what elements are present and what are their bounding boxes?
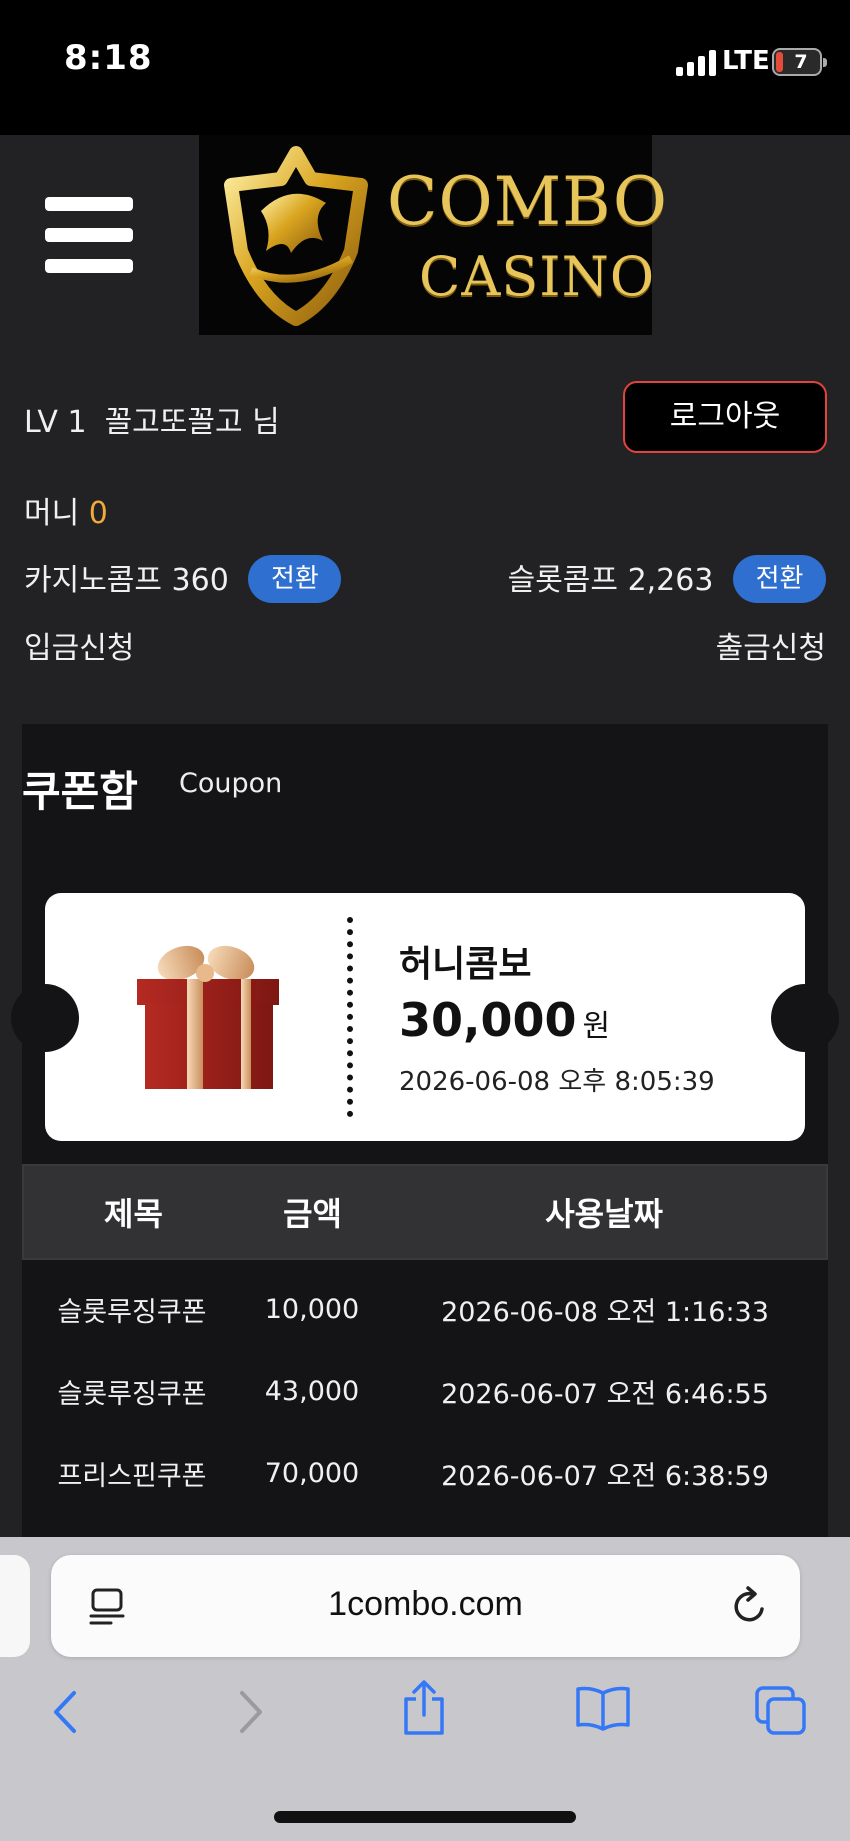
address-bar[interactable]: 1combo.com bbox=[51, 1555, 800, 1657]
money-value: 0 bbox=[88, 496, 108, 531]
ticket-name: 허니콤보 bbox=[399, 944, 532, 985]
row-amount: 70,000 bbox=[264, 1457, 360, 1489]
slot-comp-label: 슬롯콤프 bbox=[507, 563, 619, 598]
ticket-amount: 30,000 원 bbox=[399, 993, 610, 1047]
user-info: LV 1 꼴고또꼴고 님 bbox=[24, 397, 280, 441]
row-date: 2026-06-07 오전 6:46:55 bbox=[441, 1378, 769, 1410]
row-date: 2026-06-07 오전 6:38:59 bbox=[441, 1460, 769, 1492]
row-date: 2026-06-08 오전 1:16:33 bbox=[441, 1296, 769, 1328]
forward-arrow-icon[interactable] bbox=[232, 1687, 268, 1737]
coupon-subtitle: Coupon bbox=[179, 768, 283, 799]
deposit-request-link[interactable]: 입금신청 bbox=[24, 623, 134, 667]
share-icon[interactable] bbox=[400, 1679, 448, 1737]
status-bar: 8:18 LTE 7 bbox=[0, 0, 850, 135]
bookmarks-icon[interactable] bbox=[574, 1685, 632, 1731]
coupon-box: 쿠폰함 Coupon 허니콤보 30,000 원 2026-06-08 오후 8… bbox=[11, 724, 839, 1537]
column-date: 사용날짜 bbox=[545, 1195, 663, 1233]
tabs-icon[interactable] bbox=[754, 1685, 808, 1737]
row-title: 프리스핀쿠폰 bbox=[57, 1460, 207, 1492]
previous-tab-peek[interactable] bbox=[0, 1555, 30, 1657]
row-amount: 43,000 bbox=[264, 1375, 360, 1407]
user-level: LV 1 bbox=[24, 405, 87, 440]
coupon-ticket[interactable]: 허니콤보 30,000 원 2026-06-08 오후 8:05:39 bbox=[11, 893, 839, 1141]
network-type: LTE bbox=[722, 46, 770, 76]
money-label: 머니 bbox=[24, 496, 80, 531]
logo-text-casino: CASINO bbox=[419, 245, 656, 308]
ticket-divider bbox=[347, 917, 353, 1117]
table-row: 슬롯루징쿠폰 10,000 2026-06-08 오전 1:16:33 bbox=[22, 1268, 828, 1350]
slot-comp-convert-button[interactable]: 전환 bbox=[733, 554, 826, 603]
row-amount: 10,000 bbox=[264, 1293, 360, 1325]
gift-box-icon bbox=[137, 945, 279, 1089]
column-title: 제목 bbox=[104, 1195, 163, 1233]
row-title: 슬롯루징쿠폰 bbox=[57, 1296, 207, 1328]
logout-button[interactable]: 로그아웃 bbox=[623, 381, 827, 453]
slot-comp-value: 2,263 bbox=[627, 563, 714, 598]
coupon-history-table: 제목 금액 사용날짜 슬롯루징쿠폰 10,000 2026-06-08 오전 1… bbox=[22, 1164, 828, 1514]
casino-comp-convert-button[interactable]: 전환 bbox=[248, 554, 342, 603]
table-row: 프리스핀쿠폰 70,000 2026-06-07 오전 6:38:59 bbox=[22, 1432, 828, 1514]
back-arrow-icon[interactable] bbox=[48, 1687, 84, 1737]
slot-comp: 슬롯콤프 2,263 전환 bbox=[507, 554, 826, 606]
browser-toolbar: 1combo.com bbox=[0, 1537, 850, 1841]
column-amount: 금액 bbox=[283, 1195, 342, 1233]
battery-icon: 7 bbox=[772, 48, 827, 76]
withdraw-request-link[interactable]: 출금신청 bbox=[716, 623, 826, 667]
table-row: 슬롯루징쿠폰 43,000 2026-06-07 오전 6:46:55 bbox=[22, 1350, 828, 1432]
ticket-date: 2026-06-08 오후 8:05:39 bbox=[399, 1067, 715, 1097]
hamburger-menu-icon[interactable] bbox=[45, 197, 133, 273]
combo-casino-logo[interactable]: COMBO CASINO bbox=[199, 135, 667, 335]
ticket-amount-unit: 원 bbox=[582, 1009, 611, 1044]
user-nickname: 꼴고또꼴고 님 bbox=[104, 405, 280, 440]
shield-emblem-icon bbox=[224, 146, 368, 326]
table-header: 제목 금액 사용날짜 bbox=[22, 1164, 828, 1260]
url-text[interactable]: 1combo.com bbox=[51, 1585, 800, 1624]
coupon-title: 쿠폰함 bbox=[22, 767, 138, 816]
casino-comp-label: 카지노콤프 bbox=[24, 563, 162, 598]
casino-comp: 카지노콤프 360 전환 bbox=[24, 554, 342, 606]
logo-text-combo: COMBO bbox=[387, 163, 669, 240]
status-time: 8:18 bbox=[64, 38, 153, 78]
ticket-amount-value: 30,000 bbox=[399, 993, 577, 1047]
home-indicator[interactable] bbox=[274, 1811, 576, 1823]
row-title: 슬롯루징쿠폰 bbox=[57, 1378, 207, 1410]
battery-level: 7 bbox=[794, 51, 808, 73]
ticket-notch-right bbox=[771, 984, 839, 1052]
ticket-notch-left bbox=[11, 984, 79, 1052]
reload-icon[interactable] bbox=[730, 1585, 770, 1627]
casino-comp-value: 360 bbox=[171, 563, 229, 598]
money-balance: 머니 0 bbox=[24, 488, 108, 532]
cellular-signal-icon bbox=[676, 50, 718, 76]
web-page: COMBO CASINO LV 1 꼴고또꼴고 님 로그아웃 머니 0 카지노콤프… bbox=[0, 135, 850, 1537]
